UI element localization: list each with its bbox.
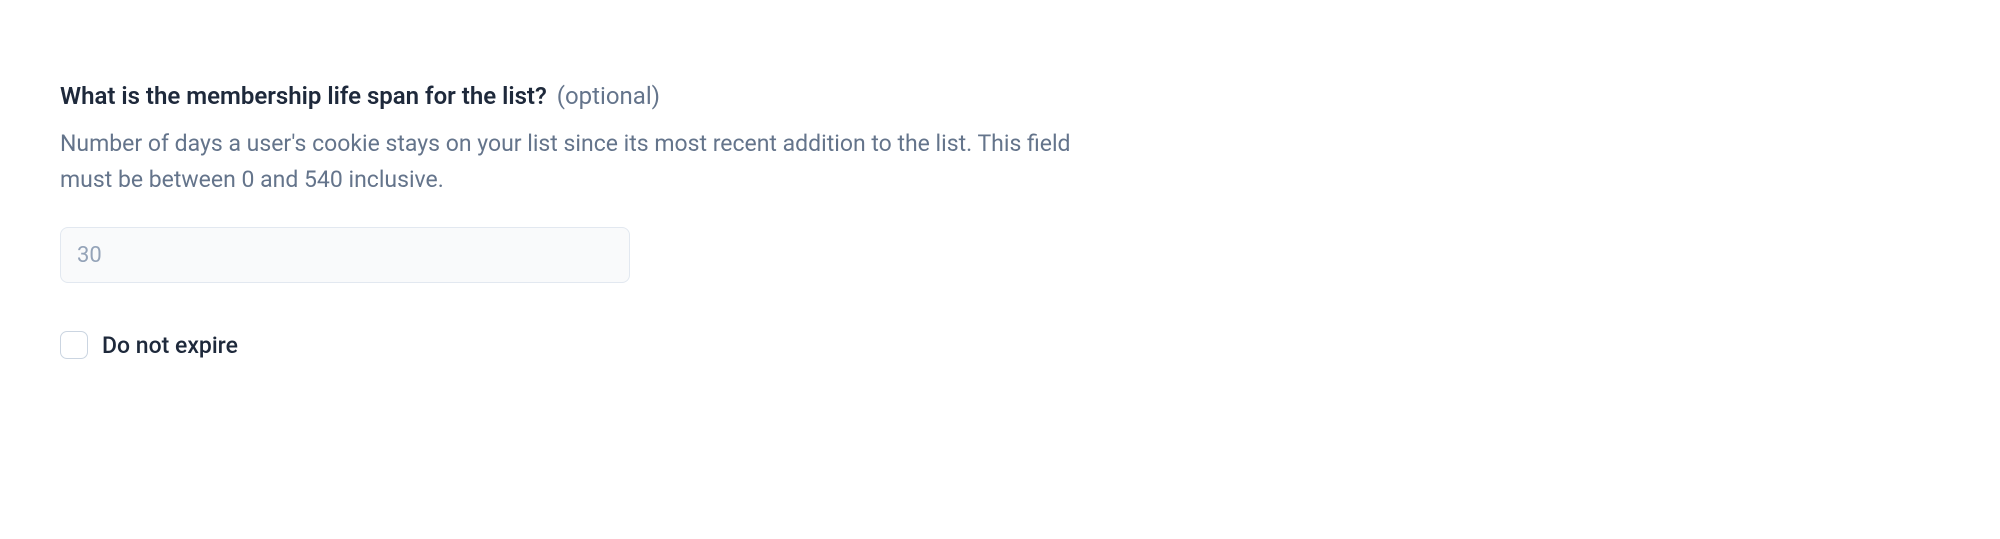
do-not-expire-checkbox[interactable] [60, 331, 88, 359]
field-optional-tag: (optional) [557, 82, 660, 110]
do-not-expire-label[interactable]: Do not expire [102, 332, 238, 359]
membership-lifespan-input[interactable] [60, 227, 630, 283]
do-not-expire-row: Do not expire [60, 331, 1100, 359]
membership-lifespan-group: What is the membership life span for the… [60, 80, 1100, 359]
field-label-row: What is the membership life span for the… [60, 80, 1100, 114]
field-help-text: Number of days a user's cookie stays on … [60, 126, 1100, 200]
field-label: What is the membership life span for the… [60, 82, 547, 110]
